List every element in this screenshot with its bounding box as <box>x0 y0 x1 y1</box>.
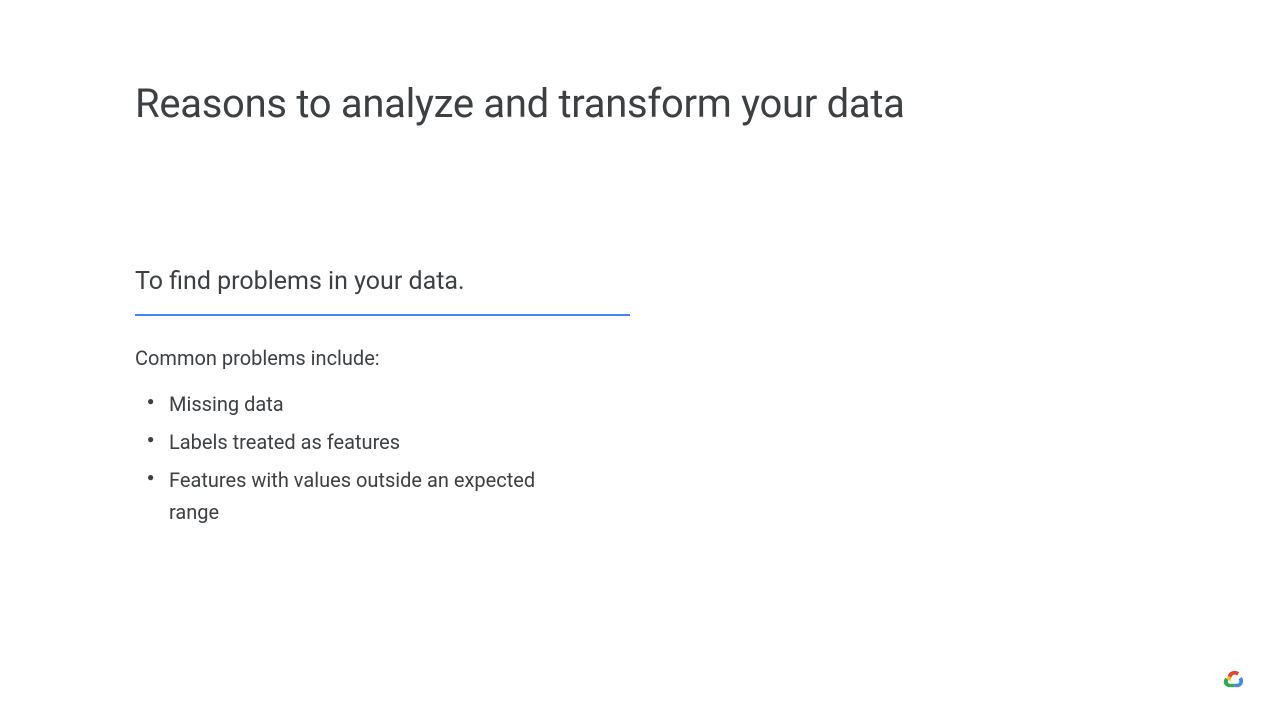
bullet-list: Missing data Labels treated as features … <box>135 388 1145 528</box>
slide-subheading: Common problems include: <box>135 346 1145 370</box>
google-cloud-logo-icon <box>1220 664 1250 694</box>
slide-subtitle: To find problems in your data. <box>135 267 1145 296</box>
slide-title: Reasons to analyze and transform your da… <box>135 80 1145 127</box>
subtitle-underline <box>135 314 630 316</box>
slide-container: Reasons to analyze and transform your da… <box>0 0 1280 528</box>
list-item: Labels treated as features <box>147 426 587 458</box>
list-item: Missing data <box>147 388 587 420</box>
list-item: Features with values outside an expected… <box>147 464 587 528</box>
